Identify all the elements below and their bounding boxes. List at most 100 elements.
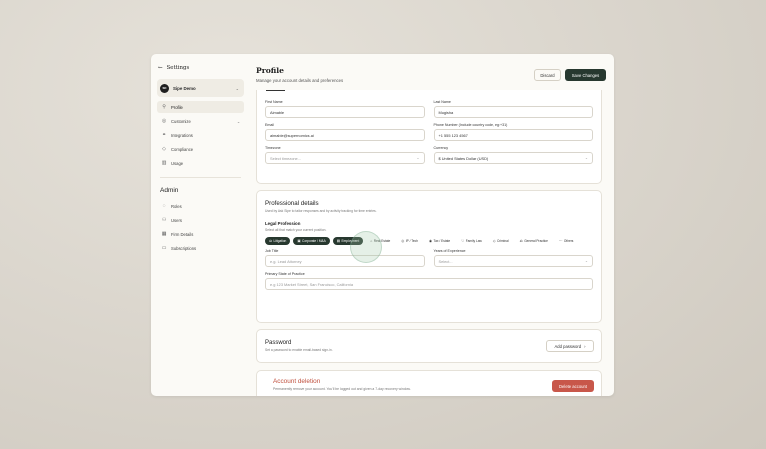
back-label: Settings (166, 65, 190, 71)
person-icon: ⚲ (162, 104, 166, 110)
legal-profession-title: Legal Profession (265, 221, 301, 226)
chart-icon: ▥ (161, 160, 167, 166)
first-name-field[interactable]: Aimable (265, 106, 425, 118)
add-password-button[interactable]: Add password › (546, 340, 594, 352)
sidebar-item-label: Roles (171, 203, 182, 209)
currency-select[interactable]: $ United States Dollar (USD) ⌄ (433, 152, 593, 164)
coin-icon: ◉ (429, 239, 432, 243)
chevron-right-icon: › (584, 343, 586, 349)
page-header: Profile Manage your account details and … (249, 54, 614, 92)
scale-icon: ⚖ (519, 239, 523, 243)
phone-field[interactable]: +1 555 123 4567 (433, 129, 593, 141)
sidebar-item-roles[interactable]: ◌ Roles (157, 200, 244, 212)
currency-label: Currency (433, 146, 449, 150)
briefcase-icon: ▣ (297, 239, 301, 243)
building-icon: ▦ (161, 231, 167, 237)
deletion-subtitle: Permanently remove your account. You'll … (273, 387, 411, 391)
arrow-left-icon: ← (158, 65, 163, 71)
email-field[interactable]: aimable@supernomics.ai (265, 129, 425, 141)
shield-icon: ◇ (492, 239, 496, 243)
discard-button[interactable]: Discard (534, 69, 561, 81)
job-title-field[interactable]: e.g. Lead Attorney (265, 255, 425, 267)
years-label: Years of Experience (433, 249, 466, 253)
bulb-icon: ◎ (401, 239, 405, 243)
sidebar-item-profile[interactable]: ⚲ Profile (157, 101, 244, 113)
password-title: Password (265, 340, 292, 346)
tab-indicator (266, 90, 285, 91)
chevron-down-icon: ⌄ (235, 85, 239, 91)
account-deletion-card: Account deletion Permanently remove your… (256, 370, 602, 396)
chevron-down-icon: ⌄ (584, 156, 588, 160)
save-changes-button[interactable]: Save Changes (565, 69, 606, 81)
chip-label: Family Law (465, 239, 482, 243)
chip-others[interactable]: ⋯ Others (555, 237, 577, 245)
scroll-area[interactable]: First Name Aimable Last Name Mugisha Ema… (256, 90, 602, 396)
dots-icon: ⋯ (558, 239, 563, 243)
heart-icon: ♡ (461, 239, 465, 243)
timezone-value: Select timezone... (270, 155, 301, 161)
chip-family-law[interactable]: ♡ Family Law (457, 237, 486, 245)
gavel-icon: ⚖ (269, 239, 273, 243)
chip-label: Criminal (496, 239, 509, 243)
sidebar-item-usage[interactable]: ▥ Usage (157, 157, 244, 169)
deletion-title: Account deletion (273, 378, 321, 385)
sidebar: ← Settings SD Sipe Demo ⌄ ⚲ Profile ◎ Cu… (151, 54, 249, 396)
click-highlight (350, 231, 382, 263)
sidebar-item-label: Users (171, 217, 182, 223)
personal-details-card: First Name Aimable Last Name Mugisha Ema… (256, 90, 602, 184)
chip-label: IP / Tech (405, 239, 419, 243)
legal-profession-subtitle: Select all that match your current posit… (265, 228, 327, 232)
admin-section-title: Admin (160, 187, 179, 194)
sidebar-item-customize[interactable]: ◎ Customize ⌄ (157, 115, 244, 127)
sidebar-item-integrations[interactable]: ⚭ Integrations (157, 129, 244, 141)
chip-label: Others (563, 239, 574, 243)
chevron-down-icon: ⌄ (584, 259, 588, 263)
chevron-down-icon: ⌄ (416, 156, 420, 160)
chip-label: Corporate / M&A (302, 239, 326, 243)
email-label: Email (265, 123, 274, 127)
chip-ip-tech[interactable]: ◎ IP / Tech (397, 237, 422, 245)
job-title-label: Job Title (265, 249, 279, 253)
timezone-select[interactable]: Select timezone... ⌄ (265, 152, 425, 164)
last-name-field[interactable]: Mugisha (433, 106, 593, 118)
chip-tax-estate[interactable]: ◉ Tax / Estate (425, 237, 454, 245)
sidebar-item-compliance[interactable]: ◇ Compliance (157, 143, 244, 155)
settings-window: ← Settings SD Sipe Demo ⌄ ⚲ Profile ◎ Cu… (151, 54, 614, 396)
chip-general-practice[interactable]: ⚖ General Practice (516, 237, 552, 245)
users-icon: ⚇ (161, 217, 167, 223)
chip-corporate[interactable]: ▣ Corporate / M&A (293, 237, 330, 245)
last-name-label: Last Name (433, 100, 451, 104)
sidebar-item-firm-details[interactable]: ▦ Firm Details (157, 228, 244, 240)
chip-label: Litigation (273, 239, 287, 243)
shield-icon: ◇ (162, 146, 166, 152)
plug-icon: ⚭ (161, 132, 167, 138)
password-card: Password Set a password to enable email-… (256, 329, 602, 363)
sidebar-item-label: Firm Details (171, 231, 194, 237)
back-to-settings[interactable]: ← Settings (157, 65, 244, 71)
card-icon: ▭ (161, 245, 167, 251)
professional-details-card: Professional details Used by Ask Sipe to… (256, 190, 602, 323)
org-avatar: SD (160, 83, 169, 93)
chip-litigation[interactable]: ⚖ Litigation (265, 237, 291, 245)
chip-criminal[interactable]: ◇ Criminal (489, 237, 513, 245)
chip-label: Tax / Estate (433, 239, 451, 243)
professional-subtitle: Used by Ask Sipe to tailor responses and… (265, 209, 377, 213)
chevron-down-icon: ⌄ (236, 119, 240, 124)
years-select[interactable]: Select... ⌄ (433, 255, 593, 267)
sidebar-item-label: Profile (171, 104, 183, 110)
sidebar-item-users[interactable]: ⚇ Users (157, 214, 244, 226)
timezone-label: Timezone (265, 146, 281, 150)
sidebar-item-label: Usage (171, 160, 184, 166)
phone-label: Phone Number (Include country code, eg:+… (433, 123, 508, 127)
state-field[interactable]: e.g 123 Market Street, San Francisco, Ca… (265, 278, 593, 290)
badge-icon: ▤ (336, 239, 340, 243)
org-switcher[interactable]: SD Sipe Demo ⌄ (157, 79, 244, 97)
sidebar-item-subscriptions[interactable]: ▭ Subscriptions (157, 242, 244, 254)
main-content: Profile Manage your account details and … (249, 54, 614, 396)
add-password-label: Add password (554, 343, 582, 349)
delete-account-button[interactable]: Delete account (552, 380, 594, 392)
sidebar-item-label: Compliance (171, 146, 194, 152)
org-name: Sipe Demo (173, 85, 196, 91)
currency-value: $ United States Dollar (USD) (438, 155, 489, 161)
sidebar-item-label: Subscriptions (171, 245, 197, 251)
